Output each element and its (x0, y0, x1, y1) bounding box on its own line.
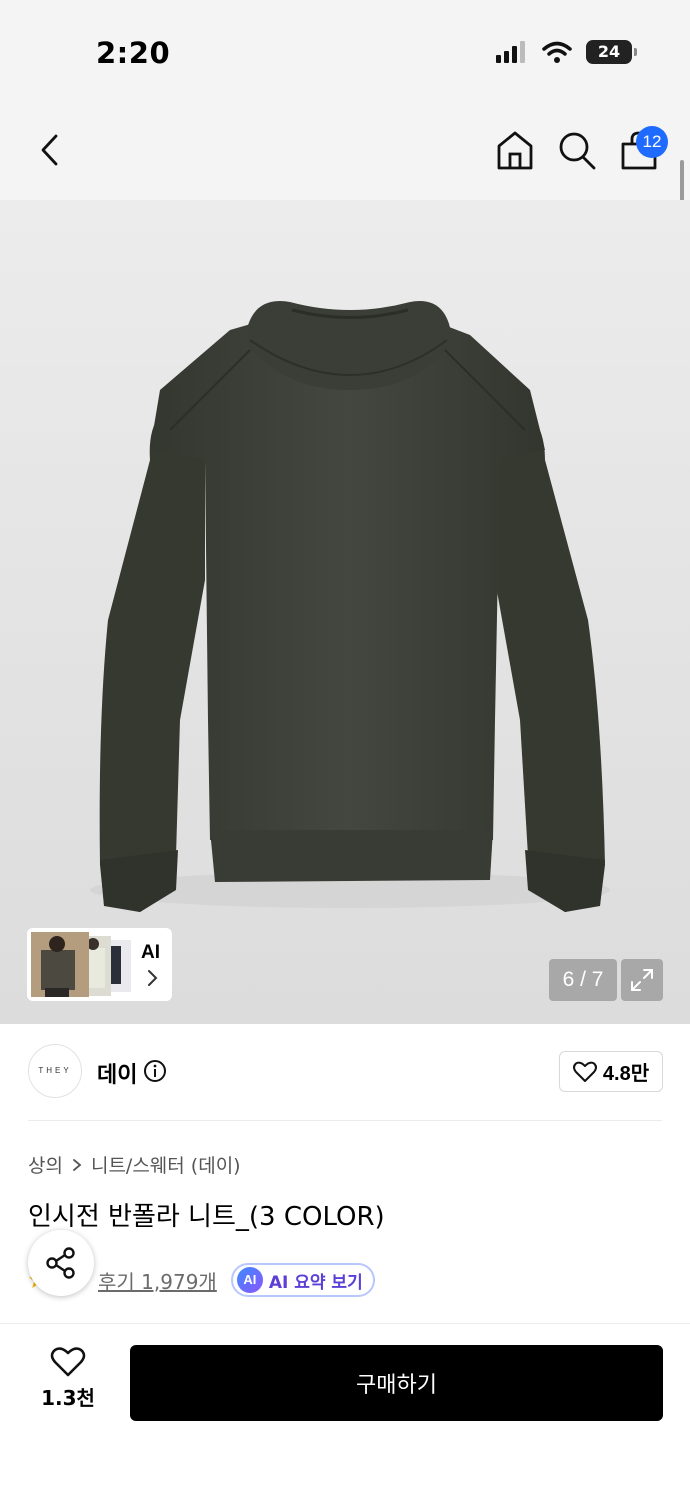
home-button[interactable] (494, 128, 536, 172)
info-icon[interactable] (143, 1059, 167, 1083)
wifi-icon (542, 41, 572, 63)
brand-logo[interactable]: THEY (28, 1044, 82, 1098)
ai-styling-thumbnail-card[interactable]: AI (27, 928, 172, 1001)
expand-image-button[interactable] (621, 959, 663, 1001)
breadcrumb-item-subcategory[interactable]: 니트/스웨터 (데이) (91, 1151, 241, 1178)
buy-button[interactable]: 구매하기 (130, 1345, 663, 1421)
brand-like-count: 4.8만 (602, 1063, 650, 1085)
top-nav-bar (0, 100, 690, 200)
wishlist-count: 1.3천 (41, 1386, 95, 1410)
expand-icon (631, 969, 653, 991)
home-icon (497, 131, 533, 170)
brand-name[interactable]: 데이 (97, 1057, 137, 1089)
battery-icon: 24 (586, 40, 637, 64)
cellular-signal-icon (496, 41, 525, 63)
divider (28, 1120, 662, 1121)
back-icon (41, 134, 58, 166)
review-count-link[interactable]: 후기 1,979개 (98, 1266, 217, 1295)
status-bar: 2:20 24 (0, 0, 690, 100)
wishlist-button[interactable]: 1.3천 (30, 1346, 106, 1420)
chevron-right-icon (148, 970, 158, 986)
sweater-product-photo (90, 301, 610, 912)
bottom-bar-divider (0, 1323, 690, 1324)
ai-label: AI (141, 942, 160, 963)
heart-icon (50, 1347, 86, 1377)
share-button[interactable] (28, 1230, 94, 1296)
heart-icon (572, 1061, 597, 1082)
search-icon (559, 132, 596, 170)
cart-count-badge: 12 (636, 126, 668, 158)
brand-like-button[interactable]: 4.8만 (559, 1051, 663, 1092)
product-title: 인시전 반폴라 니트_(3 COLOR) (28, 1202, 385, 1232)
back-button[interactable] (30, 128, 70, 172)
chevron-right-icon (73, 1158, 82, 1171)
breadcrumb: 상의 니트/스웨터 (데이) (28, 1151, 241, 1178)
status-time: 2:20 (96, 36, 171, 70)
ai-summary-label: AI 요약 보기 (268, 1272, 363, 1293)
ai-summary-button[interactable]: AI AI 요약 보기 (230, 1263, 375, 1297)
image-page-indicator: 6 / 7 (549, 959, 617, 1001)
ai-model-photos-thumbnail (31, 932, 131, 997)
status-icons: 24 (496, 40, 637, 64)
share-icon (46, 1247, 75, 1279)
breadcrumb-item-category[interactable]: 상의 (28, 1151, 63, 1178)
ai-badge-icon: AI (236, 1267, 263, 1293)
product-image-carousel[interactable]: AI 6 / 7 (0, 200, 690, 1024)
search-button[interactable] (556, 128, 598, 172)
